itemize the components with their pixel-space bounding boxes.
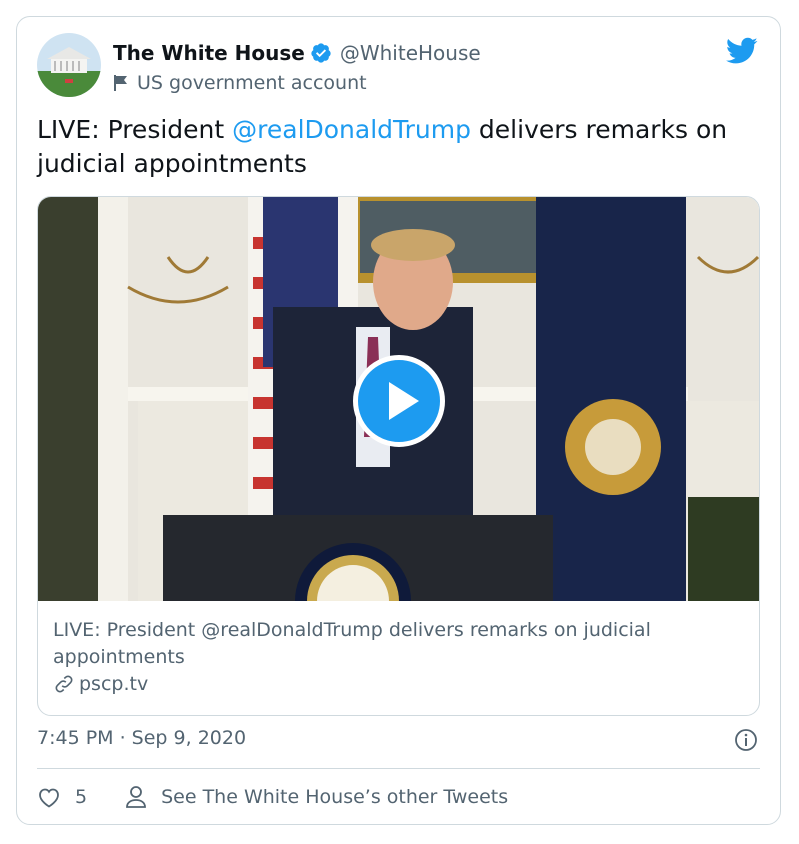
play-icon (389, 382, 419, 420)
heart-icon (39, 788, 59, 808)
author-handle[interactable]: @WhiteHouse (340, 41, 481, 65)
author-name-row: The White House @WhiteHouse (113, 39, 481, 67)
link-card-title[interactable]: LIVE: President @realDonaldTrump deliver… (53, 617, 743, 671)
author-name[interactable]: The White House (113, 41, 305, 65)
person-icon (126, 786, 146, 808)
government-label: US government account (113, 70, 481, 96)
link-icon (55, 675, 73, 693)
tweet-timestamp[interactable]: 7:45 PM · Sep 9, 2020 (37, 727, 246, 749)
see-other-tweets-label: See The White House’s other Tweets (161, 786, 509, 808)
mention-link[interactable]: @realDonaldTrump (232, 115, 471, 144)
action-bar: 5 See The White House’s other Tweets (37, 785, 508, 809)
author-block: The White House @WhiteHouse US governmen… (113, 39, 481, 96)
avatar[interactable] (37, 33, 101, 97)
link-card-domain[interactable]: pscp.tv (53, 673, 148, 695)
play-button[interactable] (353, 355, 445, 447)
twitter-bird-icon[interactable] (726, 37, 758, 65)
info-icon[interactable] (734, 728, 758, 752)
divider (37, 768, 760, 769)
media-link-card[interactable]: LIVE: President @realDonaldTrump deliver… (37, 196, 760, 716)
like-count: 5 (75, 786, 88, 808)
link-domain-text: pscp.tv (79, 673, 149, 695)
tweet-text-prefix: LIVE: President (37, 115, 233, 144)
tweet-card: The White House @WhiteHouse US governmen… (16, 16, 781, 825)
verified-badge-icon (311, 43, 331, 63)
like-button[interactable]: 5 (37, 786, 87, 808)
government-label-text: US government account (137, 72, 367, 94)
see-other-tweets-link[interactable]: See The White House’s other Tweets (125, 785, 508, 809)
flag-icon (114, 75, 127, 91)
tweet-text: LIVE: President @realDonaldTrump deliver… (37, 113, 757, 181)
